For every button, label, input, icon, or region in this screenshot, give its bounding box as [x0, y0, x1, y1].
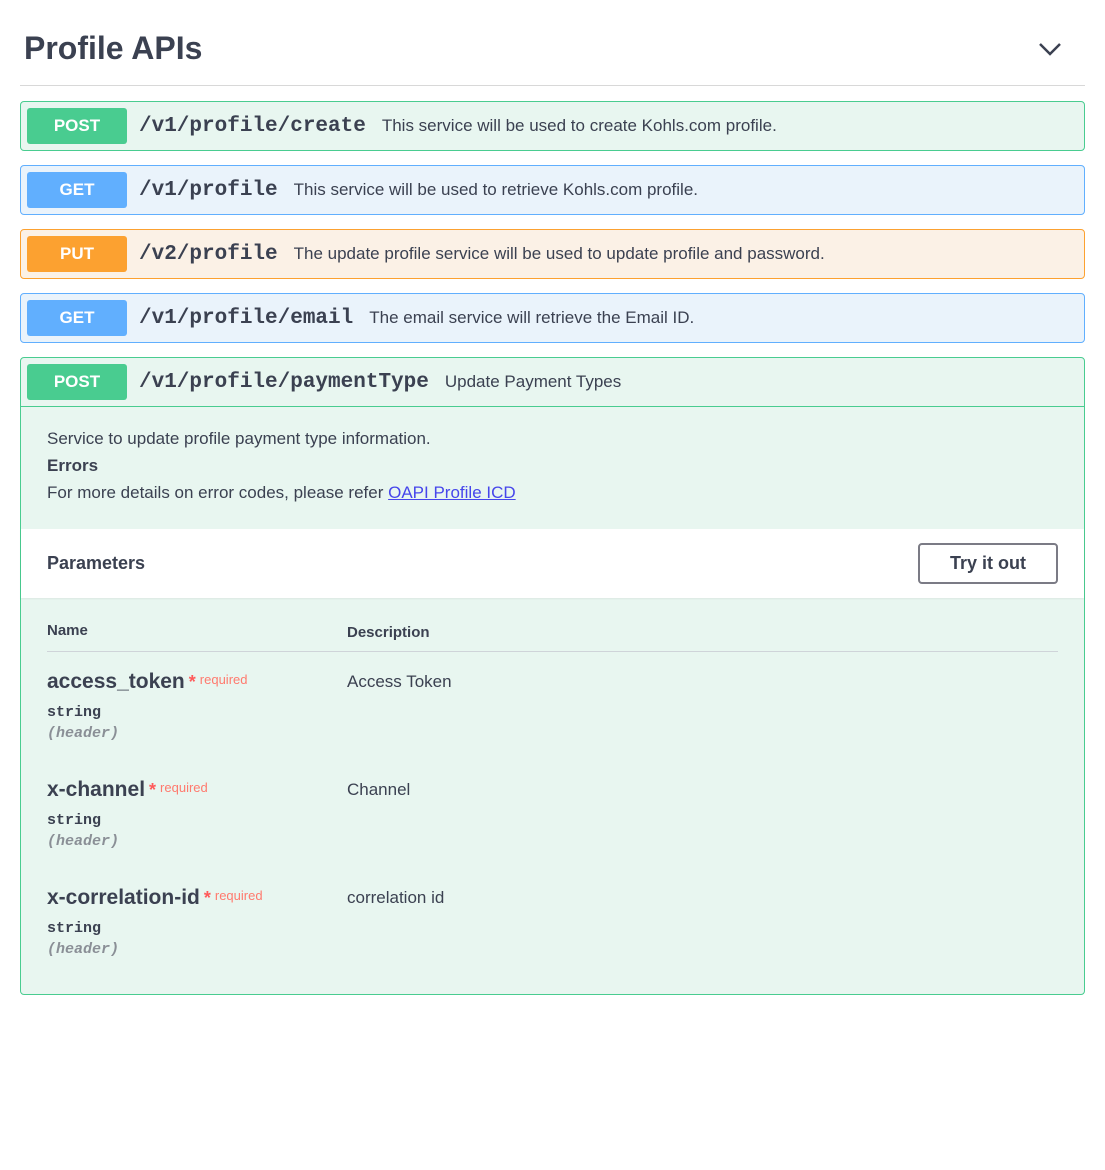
endpoint-path: /v1/profile/paymentType	[139, 371, 429, 394]
param-type: string	[47, 704, 347, 721]
endpoint-path: /v1/profile	[139, 179, 278, 202]
param-name: x-channel	[47, 778, 145, 801]
icd-link[interactable]: OAPI Profile ICD	[388, 483, 516, 502]
method-badge: POST	[27, 108, 127, 144]
method-badge: POST	[27, 364, 127, 400]
required-label: required	[200, 672, 248, 687]
desc-prefix: For more details on error codes, please …	[47, 483, 388, 502]
parameters-header: Parameters Try it out	[21, 529, 1084, 598]
operation-block-expanded: POST /v1/profile/paymentType Update Paym…	[20, 357, 1085, 995]
endpoint-summary: The email service will retrieve the Emai…	[369, 308, 694, 328]
chevron-down-icon	[1035, 39, 1065, 59]
param-in: (header)	[47, 833, 347, 850]
param-name-cell: access_token* required string (header)	[47, 670, 347, 742]
operation-description: Service to update profile payment type i…	[21, 407, 1084, 529]
param-type: string	[47, 812, 347, 829]
required-label: required	[160, 780, 208, 795]
endpoint-summary: This service will be used to retrieve Ko…	[294, 180, 698, 200]
required-star: *	[204, 888, 211, 908]
parameters-label: Parameters	[47, 553, 145, 574]
endpoint-summary: This service will be used to create Kohl…	[382, 116, 777, 136]
section-title: Profile APIs	[24, 30, 202, 67]
endpoint-path: /v2/profile	[139, 243, 278, 266]
param-name-cell: x-channel* required string (header)	[47, 778, 347, 850]
param-in: (header)	[47, 725, 347, 742]
param-name-cell: x-correlation-id* required string (header)	[47, 886, 347, 958]
operations-list: POST/v1/profile/create This service will …	[20, 101, 1085, 343]
table-head: Name Description	[47, 622, 1058, 652]
param-in: (header)	[47, 941, 347, 958]
param-name: x-correlation-id	[47, 886, 200, 909]
try-it-out-button[interactable]: Try it out	[918, 543, 1058, 584]
required-star: *	[149, 780, 156, 800]
table-row: x-channel* required string (header)Channel	[47, 778, 1058, 850]
operation-summary[interactable]: POST/v1/profile/create This service will …	[21, 102, 1084, 150]
section-header[interactable]: Profile APIs	[20, 20, 1085, 86]
endpoint-summary: Update Payment Types	[445, 372, 621, 392]
operation-summary[interactable]: GET/v1/profile/email The email service wi…	[21, 294, 1084, 342]
desc-line: Service to update profile payment type i…	[47, 425, 1058, 452]
param-description: Access Token	[347, 670, 1058, 742]
parameters-table: Name Description access_token*requiredst…	[21, 598, 1084, 958]
th-description: Description	[347, 622, 1058, 641]
param-name: access_token	[47, 670, 185, 693]
operation-summary[interactable]: POST /v1/profile/paymentType Update Paym…	[21, 358, 1084, 406]
endpoint-path: /v1/profile/create	[139, 115, 366, 138]
method-badge: PUT	[27, 236, 127, 272]
required-star: *	[189, 672, 196, 692]
th-name: Name	[47, 622, 347, 641]
method-badge: GET	[27, 300, 127, 336]
table-row: access_token* required string (header)Acces…	[47, 670, 1058, 742]
errors-heading: Errors	[47, 456, 98, 475]
operation-block: PUT/v2/profile The update profile service…	[20, 229, 1085, 279]
operation-body: Service to update profile payment type i…	[21, 406, 1084, 958]
endpoint-path: /v1/profile/email	[139, 307, 353, 330]
param-description: Channel	[347, 778, 1058, 850]
param-description: correlation id	[347, 886, 1058, 958]
table-row: x-correlation-id* required string (header)c…	[47, 886, 1058, 958]
operation-block: POST/v1/profile/create This service will …	[20, 101, 1085, 151]
param-type: string	[47, 920, 347, 937]
method-badge: GET	[27, 172, 127, 208]
endpoint-summary: The update profile service will be used …	[294, 244, 825, 264]
operation-summary[interactable]: GET/v1/profile This service will be used …	[21, 166, 1084, 214]
required-label: required	[215, 888, 263, 903]
operation-block: GET/v1/profile This service will be used …	[20, 165, 1085, 215]
operation-summary[interactable]: PUT/v2/profile The update profile service…	[21, 230, 1084, 278]
operation-block: GET/v1/profile/email The email service wi…	[20, 293, 1085, 343]
